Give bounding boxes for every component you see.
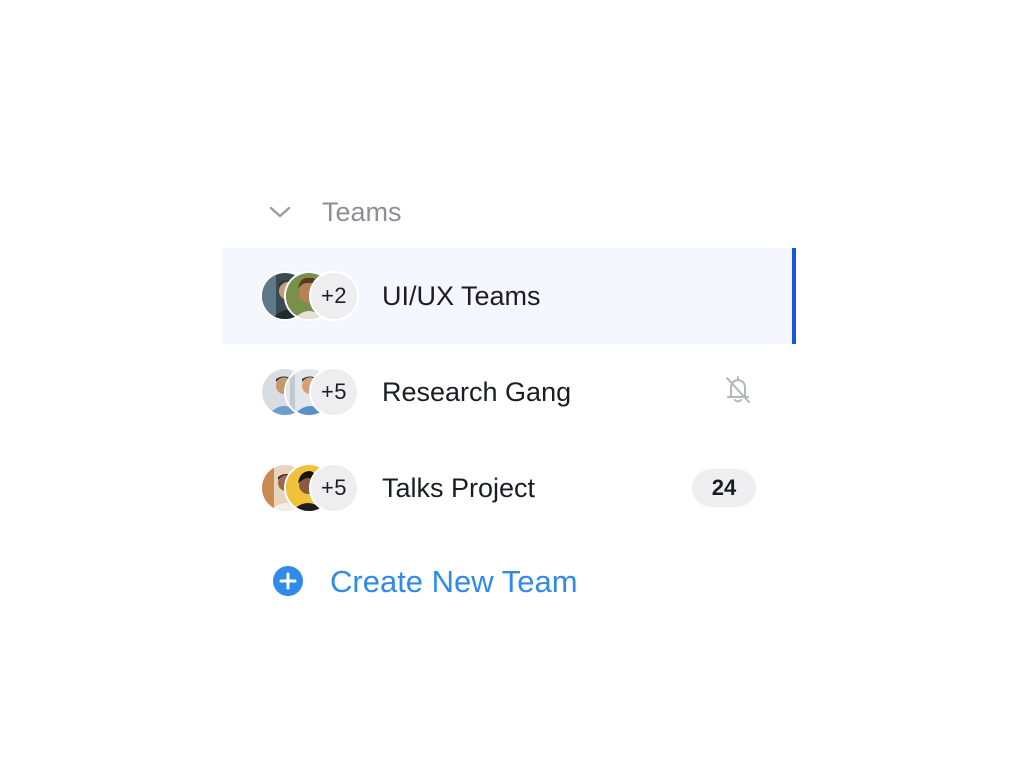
avatar-group: +5 [260, 367, 362, 417]
chevron-down-icon[interactable] [266, 200, 294, 224]
section-title: Teams [322, 197, 402, 227]
avatar-group: +2 [260, 271, 362, 321]
bell-off-icon[interactable] [720, 372, 756, 408]
team-name: Talks Project [382, 473, 536, 503]
teams-panel: Teams +2 UI/UX Teams +5 Research Gang +5… [222, 186, 796, 626]
unread-count-badge: 24 [692, 469, 756, 507]
member-count-badge: +5 [309, 367, 359, 417]
plus-circle-icon[interactable] [272, 565, 304, 597]
member-count-badge: +5 [309, 463, 359, 513]
member-count-badge: +2 [309, 271, 359, 321]
team-item-ui-ux[interactable]: +2 UI/UX Teams [222, 248, 796, 344]
teams-section-header[interactable]: Teams [222, 186, 796, 238]
team-name: UI/UX Teams [382, 281, 541, 311]
create-new-team-button[interactable]: Create New Team [222, 536, 796, 626]
avatar-group: +5 [260, 463, 362, 513]
create-new-team-label: Create New Team [330, 564, 578, 599]
team-item-talks-project[interactable]: +5 Talks Project 24 [222, 440, 796, 536]
team-list: +2 UI/UX Teams +5 Research Gang +5 Talks… [222, 248, 796, 536]
team-item-research-gang[interactable]: +5 Research Gang [222, 344, 796, 440]
team-name: Research Gang [382, 377, 572, 407]
